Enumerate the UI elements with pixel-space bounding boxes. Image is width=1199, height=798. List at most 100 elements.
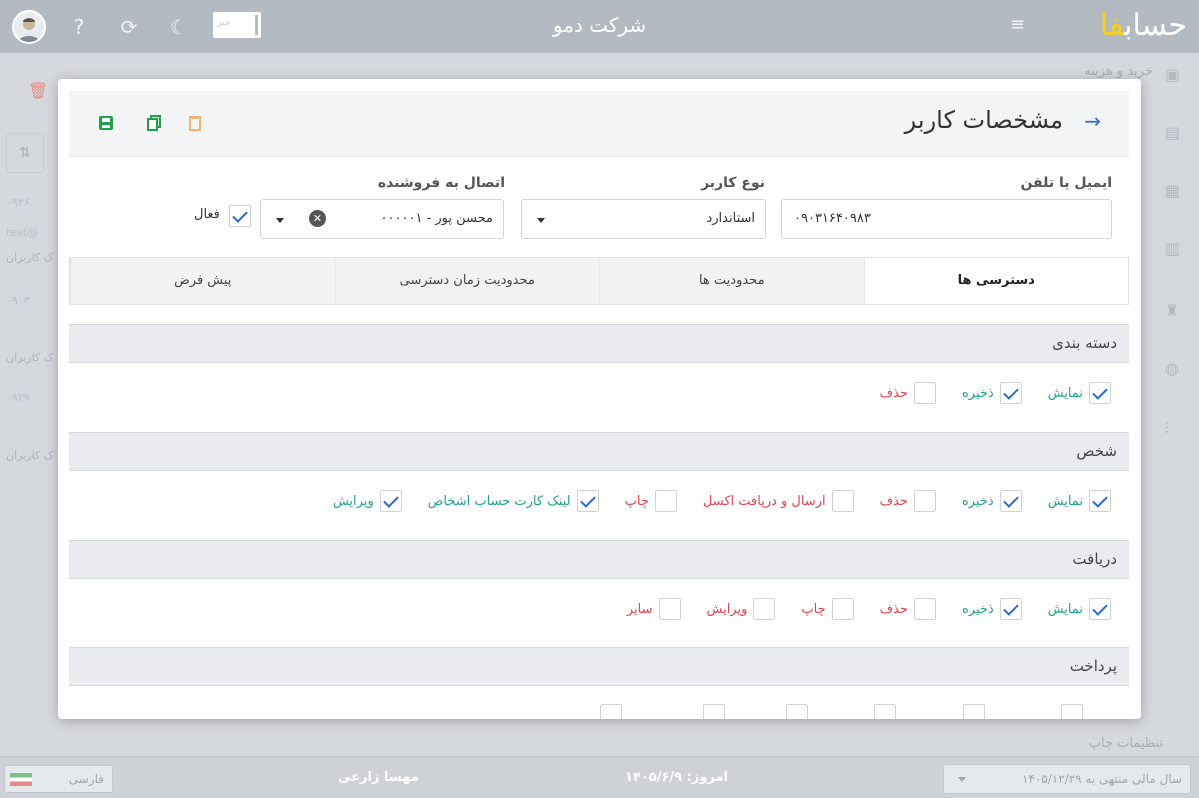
permission-checkbox[interactable] bbox=[1089, 598, 1111, 620]
permission-item[interactable]: حذف bbox=[876, 490, 936, 512]
permission-item[interactable]: حذف bbox=[876, 598, 936, 620]
permission-item[interactable]: ذخیره bbox=[958, 382, 1022, 404]
iran-flag-icon bbox=[10, 773, 32, 786]
language-label: فارسی bbox=[68, 772, 104, 786]
active-label: فعال bbox=[194, 207, 220, 222]
permission-label: حذف bbox=[879, 601, 908, 617]
permission-label: نمایش bbox=[1047, 385, 1083, 401]
tab-access[interactable]: دسترسی ها bbox=[863, 258, 1128, 304]
permission-label: حذف bbox=[879, 493, 908, 509]
permission-checkbox[interactable] bbox=[913, 598, 936, 620]
permission-item[interactable]: لینک کارت حساب اشخاص bbox=[424, 490, 599, 512]
permission-item[interactable]: نمایش bbox=[1044, 382, 1111, 404]
checkbox[interactable] bbox=[874, 704, 896, 719]
checkbox[interactable] bbox=[600, 704, 622, 719]
app-logo: ﺣﺴﺎﺑﻔﺎ bbox=[1099, 8, 1187, 43]
permission-checkbox[interactable] bbox=[753, 598, 776, 620]
permission-item[interactable]: چاپ bbox=[797, 598, 854, 620]
permission-item[interactable]: ویرایش bbox=[329, 490, 402, 512]
permission-item[interactable]: نمایش bbox=[1044, 598, 1111, 620]
left-row: ۰۹۰۳ bbox=[6, 294, 30, 307]
permission-checkbox[interactable] bbox=[831, 490, 854, 512]
sort-icon: ⇅ bbox=[6, 133, 44, 173]
permission-label: لینک کارت حساب اشخاص bbox=[427, 493, 571, 509]
tab-defaults[interactable]: پیش فرض bbox=[70, 258, 335, 304]
email-field[interactable]: ۰۹۰۳۱۶۴۰۹۸۳ bbox=[781, 199, 1112, 239]
permission-checkbox[interactable] bbox=[913, 490, 936, 512]
chevron-down-icon bbox=[958, 777, 966, 782]
chevron-down-icon bbox=[537, 218, 545, 223]
back-arrow-icon[interactable]: → bbox=[1084, 109, 1101, 133]
checkbox[interactable] bbox=[1061, 704, 1083, 719]
checkbox[interactable] bbox=[703, 704, 725, 719]
left-row: ک کاربران bbox=[6, 251, 54, 264]
permission-checkbox[interactable] bbox=[379, 490, 402, 512]
active-checkbox[interactable] bbox=[229, 205, 251, 227]
wallet-icon: ▣ bbox=[1165, 65, 1181, 84]
seller-value: ۰۰۰۰۰۱ - محسن پور bbox=[380, 211, 493, 226]
permission-label: ارسال و دریافت اکسل bbox=[702, 493, 826, 509]
fiscal-year-select[interactable]: سال مالی منتهی به ۱۴۰۵/۱۲/۲۹ bbox=[943, 764, 1191, 794]
permission-checkbox[interactable] bbox=[831, 598, 854, 620]
permission-label: ویرایش bbox=[332, 493, 374, 509]
menu-icon[interactable]: ≡ bbox=[1010, 14, 1025, 35]
warehouse-icon: ▦ bbox=[1165, 181, 1181, 200]
checkbox[interactable] bbox=[786, 704, 808, 719]
settings-sliders-icon: ⫶ bbox=[1165, 419, 1170, 438]
permission-item[interactable]: سایر bbox=[623, 598, 681, 620]
permission-item[interactable]: ویرایش bbox=[703, 598, 776, 620]
permissions-row: نمایش ذخیره حذف ارسال و دریافت اکسل چاپ لینک … bbox=[307, 489, 1111, 513]
payment-checkboxes-partial bbox=[58, 704, 1141, 719]
permission-item[interactable]: ارسال و دریافت اکسل bbox=[699, 490, 854, 512]
top-bar: ? ⟳ ☾ خبر شرکت دمو ≡ ﺣﺴﺎﺑﻔﺎ bbox=[0, 0, 1199, 53]
permission-item[interactable]: نمایش bbox=[1044, 490, 1111, 512]
today-date: امروز: ۱۴۰۵/۶/۹ bbox=[625, 770, 728, 785]
left-row: ۰۹۳۶ bbox=[6, 196, 30, 209]
email-value: ۰۹۰۳۱۶۴۰۹۸۳ bbox=[794, 211, 871, 226]
permission-checkbox[interactable] bbox=[1089, 382, 1111, 404]
copy-icon[interactable] bbox=[146, 115, 162, 131]
permission-item[interactable]: ذخیره bbox=[958, 598, 1022, 620]
permission-checkbox[interactable] bbox=[913, 382, 936, 404]
permission-checkbox[interactable] bbox=[999, 490, 1022, 512]
seller-select[interactable]: ۰۰۰۰۰۱ - محسن پور ✕ bbox=[260, 199, 504, 239]
email-label: ایمیل یا تلفن bbox=[1020, 175, 1112, 191]
user-type-value: استاندارد bbox=[706, 211, 755, 226]
tab-restrictions[interactable]: محدودیت ها bbox=[599, 258, 864, 304]
tab-time-restrictions[interactable]: محدودیت زمان دسترسی bbox=[334, 258, 600, 304]
ledger-icon: ▥ bbox=[1165, 239, 1181, 258]
permissions-row: نمایش ذخیره حذف چاپ ویرایش سایر bbox=[601, 597, 1111, 621]
permission-checkbox[interactable] bbox=[658, 598, 681, 620]
clipboard-icon[interactable] bbox=[187, 115, 203, 131]
permission-item[interactable]: ذخیره bbox=[958, 490, 1022, 512]
permission-item[interactable]: چاپ bbox=[621, 490, 677, 512]
permission-checkbox[interactable] bbox=[1089, 490, 1111, 512]
permission-checkbox[interactable] bbox=[999, 598, 1022, 620]
fiscal-year-label: سال مالی منتهی به ۱۴۰۵/۱۲/۲۹ bbox=[1021, 772, 1182, 786]
permission-checkbox[interactable] bbox=[654, 490, 677, 512]
permission-label: نمایش bbox=[1047, 493, 1083, 509]
permissions-row: نمایش ذخیره حذف bbox=[854, 381, 1111, 405]
clear-icon[interactable]: ✕ bbox=[309, 210, 326, 227]
user-type-select[interactable]: استاندارد bbox=[521, 199, 766, 239]
permission-label: حذف bbox=[879, 385, 908, 401]
left-row: ک کاربران bbox=[6, 449, 54, 462]
section-header-category: دسته بندی bbox=[69, 324, 1129, 363]
permission-label: ویرایش bbox=[706, 601, 748, 617]
seller-label: اتصال به فروشنده bbox=[377, 175, 505, 191]
permission-item[interactable]: حذف bbox=[876, 382, 936, 404]
save-icon[interactable] bbox=[98, 115, 114, 131]
permission-label: ذخیره bbox=[961, 385, 994, 401]
permission-label: ذخیره bbox=[961, 601, 994, 617]
trash-icon: 🗑 bbox=[28, 81, 49, 100]
permission-label: سایر bbox=[626, 601, 653, 617]
permissions-tabs: دسترسی ها محدودیت ها محدودیت زمان دسترسی… bbox=[69, 257, 1129, 305]
checkbox[interactable] bbox=[963, 704, 985, 719]
modal-header: → مشخصات کاربر bbox=[69, 91, 1129, 157]
invoice-icon: ▤ bbox=[1165, 123, 1181, 142]
permission-checkbox[interactable] bbox=[576, 490, 599, 512]
section-header-receipt: دریافت bbox=[69, 540, 1129, 579]
section-header-payment: پرداخت bbox=[69, 647, 1129, 686]
permission-checkbox[interactable] bbox=[999, 382, 1022, 404]
sidebar-item-purchase: خرید و هزینه bbox=[1084, 64, 1153, 79]
